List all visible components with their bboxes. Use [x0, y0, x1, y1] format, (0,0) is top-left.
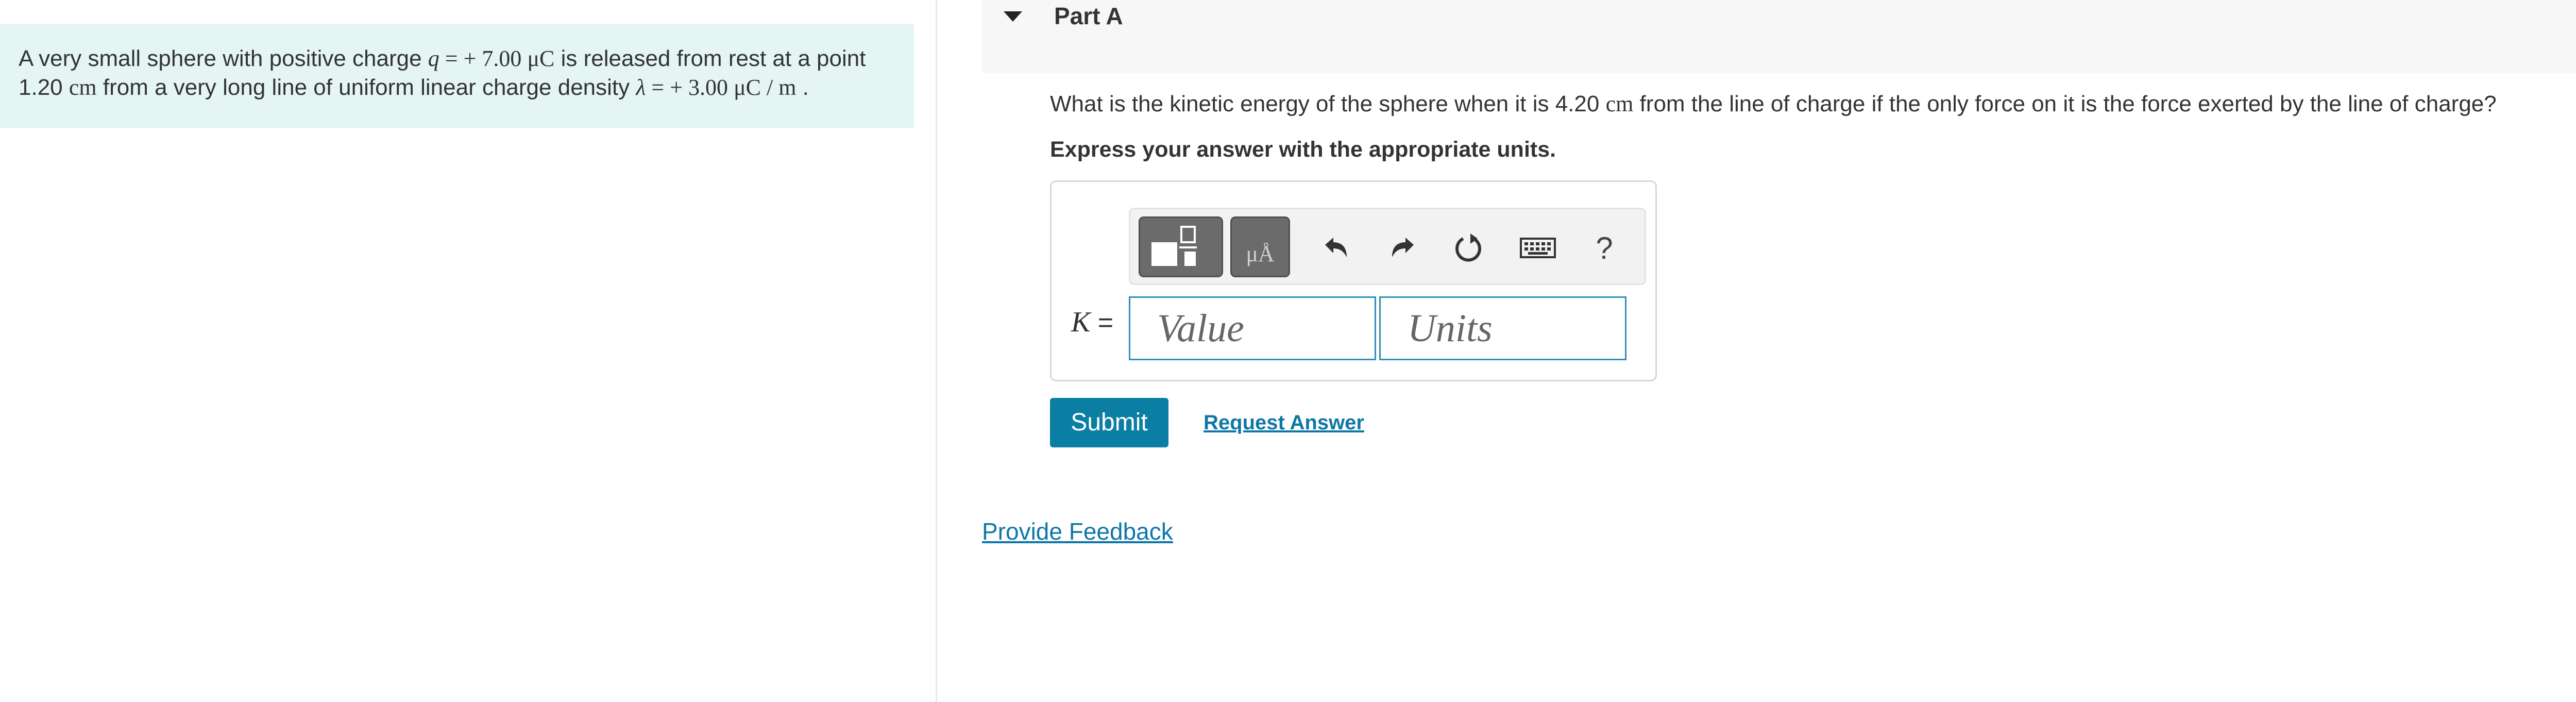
question-text: What is the kinetic energy of the sphere…: [1050, 88, 2497, 121]
submit-button[interactable]: Submit: [1050, 398, 1168, 447]
problem-text: A very small sphere with positive charge: [19, 46, 428, 71]
help-button[interactable]: ?: [1584, 225, 1625, 271]
lambda-value: = + 3.00: [646, 75, 734, 100]
question-part: from the line of charge if the only forc…: [1633, 91, 2497, 116]
charge-unit: μC: [527, 46, 555, 71]
question-part: What is the kinetic energy of the sphere…: [1050, 91, 1606, 116]
reset-button[interactable]: [1448, 225, 1489, 271]
column-divider: [936, 0, 937, 702]
charge-value: = + 7.00: [439, 46, 528, 71]
problem-line-2: 1.20 cm from a very long line of uniform…: [19, 73, 895, 102]
provide-feedback-link[interactable]: Provide Feedback: [982, 514, 1173, 548]
problem-statement: A very small sphere with positive charge…: [0, 24, 914, 128]
answer-variable: K: [1071, 306, 1091, 338]
part-title: Part A: [1054, 3, 1123, 29]
units-icon: μÅ: [1246, 241, 1275, 266]
value-input[interactable]: Value: [1129, 296, 1376, 360]
problem-text: from a very long line of uniform linear …: [96, 75, 636, 100]
templates-icon: [1151, 226, 1197, 266]
question-unit: cm: [1605, 91, 1634, 116]
problem-text: .: [796, 75, 809, 100]
units-button[interactable]: μÅ: [1230, 216, 1290, 277]
equals-sign: =: [1090, 308, 1114, 338]
help-icon: ?: [1596, 230, 1613, 265]
distance-unit: cm: [69, 75, 97, 100]
answer-instruction: Express your answer with the appropriate…: [1050, 137, 1556, 162]
problem-text: is released from rest at a point: [554, 46, 866, 71]
part-header[interactable]: Part A: [982, 0, 2576, 73]
answer-variable-label: K =: [1071, 306, 1113, 339]
charge-symbol: q: [428, 46, 439, 71]
caret-down-icon[interactable]: [1004, 11, 1022, 22]
keyboard-icon: [1520, 238, 1556, 258]
distance-value: 1.20: [19, 75, 69, 100]
redo-icon: [1392, 238, 1414, 257]
undo-icon: [1325, 238, 1347, 257]
lambda-symbol: λ: [636, 75, 646, 100]
templates-button[interactable]: [1139, 216, 1223, 277]
reset-icon: [1455, 233, 1481, 262]
lambda-unit: μC / m: [734, 75, 796, 100]
request-answer-link[interactable]: Request Answer: [1204, 407, 1364, 438]
undo-button[interactable]: [1316, 225, 1357, 271]
keyboard-button[interactable]: [1515, 225, 1561, 271]
answer-box: μÅ ? K = Value Units: [1050, 180, 1657, 381]
problem-line-1: A very small sphere with positive charge…: [19, 44, 895, 73]
math-toolbar: μÅ ?: [1129, 208, 1646, 285]
units-input[interactable]: Units: [1379, 296, 1626, 360]
redo-button[interactable]: [1382, 225, 1423, 271]
